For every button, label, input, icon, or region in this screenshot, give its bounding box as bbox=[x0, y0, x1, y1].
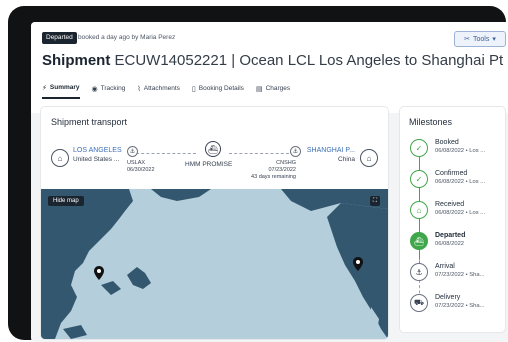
milestone-date: 07/23/2022 • Sha... bbox=[435, 272, 485, 278]
land-japan bbox=[127, 267, 151, 289]
route-line-left bbox=[136, 153, 196, 154]
title-route: | Ocean LCL Los Angeles to Shanghai Pt bbox=[231, 52, 504, 69]
milestone-name: Delivery bbox=[435, 294, 461, 301]
milestone-arrival[interactable]: ⚓ Arrival 07/23/2022 • Sha... bbox=[410, 263, 505, 289]
tab-label: Booking Details bbox=[198, 85, 244, 92]
tools-button[interactable]: ✂ Tools ▾ bbox=[454, 31, 506, 47]
card-title: Shipment transport bbox=[51, 117, 128, 127]
origin-port-icon: ⌂ bbox=[51, 149, 69, 167]
milestone-name: Received bbox=[435, 201, 465, 208]
milestone-date: 06/08/2022 bbox=[435, 241, 465, 247]
device-frame: Departed booked a day ago by Maria Perez… bbox=[8, 6, 508, 342]
clipboard-check-icon: ✓ bbox=[410, 170, 428, 188]
milestone-departed[interactable]: ⛴ Departed 06/08/2022 bbox=[410, 232, 505, 258]
tracking-icon: ◉ bbox=[91, 85, 98, 93]
shipment-id: ECUW14052221 bbox=[114, 52, 228, 69]
document-icon: ▯ bbox=[191, 85, 196, 93]
destination-map-pin[interactable] bbox=[94, 266, 104, 280]
tab-label: Attachments bbox=[143, 85, 180, 92]
milestone-booked[interactable]: ✓ Booked 06/08/2022 • Los ... bbox=[410, 139, 505, 165]
summary-icon: ⚡ bbox=[42, 84, 47, 92]
destination-code: CNSHG bbox=[276, 160, 296, 166]
tab-tracking[interactable]: ◉ Tracking bbox=[92, 83, 126, 99]
shipment-transport-card: Shipment transport ⌂ LOS ANGELES United … bbox=[41, 107, 388, 339]
title-prefix: Shipment bbox=[42, 52, 111, 69]
origin-code: USLAX bbox=[127, 160, 146, 166]
tools-label: Tools bbox=[473, 35, 490, 43]
truck-icon: ⛟ bbox=[410, 294, 428, 312]
origin-anchor-icon: ⚓ bbox=[127, 146, 138, 157]
tab-label: Tracking bbox=[100, 85, 126, 92]
chevron-down-icon: ▾ bbox=[492, 36, 496, 43]
origin-country: United States ... bbox=[73, 156, 120, 163]
vessel-name: HMM PROMISE bbox=[185, 161, 233, 168]
route-map[interactable]: Hide map ⛶ bbox=[41, 189, 388, 339]
destination-country: China bbox=[338, 156, 355, 163]
destination-anchor-icon: ⚓ bbox=[290, 146, 301, 157]
app-screen: Departed booked a day ago by Maria Perez… bbox=[31, 22, 508, 342]
shipment-header: Departed booked a day ago by Maria Perez… bbox=[31, 22, 508, 113]
tab-label: Charges bbox=[265, 85, 291, 92]
milestone-name: Arrival bbox=[435, 263, 455, 270]
milestones-card: Milestones ✓ Booked 06/08/2022 • Los ...… bbox=[400, 107, 505, 332]
fullscreen-icon[interactable]: ⛶ bbox=[370, 196, 380, 206]
milestones-title: Milestones bbox=[409, 117, 453, 127]
days-remaining: 43 days remaining bbox=[251, 174, 296, 180]
paperclip-icon: ⌇ bbox=[137, 85, 141, 93]
milestone-date: 06/08/2022 • Los ... bbox=[435, 179, 486, 185]
milestone-received[interactable]: ⌂ Received 06/08/2022 • Los ... bbox=[410, 201, 505, 227]
milestone-name: Departed bbox=[435, 232, 466, 239]
milestone-delivery[interactable]: ⛟ Delivery 07/23/2022 • Sha... bbox=[410, 294, 505, 320]
tab-label: Summary bbox=[49, 84, 80, 91]
warehouse-icon: ⌂ bbox=[410, 201, 428, 219]
destination-date: 07/23/2022 bbox=[268, 167, 296, 173]
destination-port-name[interactable]: SHANGHAI P... bbox=[307, 147, 355, 154]
ship-icon: ⛴ bbox=[410, 232, 428, 250]
page-title: Shipment ECUW14052221 | Ocean LCL Los An… bbox=[42, 52, 508, 70]
tab-booking-details[interactable]: ▯ Booking Details bbox=[192, 83, 244, 99]
tab-attachments[interactable]: ⌇ Attachments bbox=[137, 83, 180, 99]
origin-map-pin[interactable] bbox=[353, 257, 363, 271]
ship-icon: ⛴ bbox=[205, 141, 221, 157]
tab-charges[interactable]: ▤ Charges bbox=[256, 83, 290, 99]
tab-summary[interactable]: ⚡ Summary bbox=[42, 83, 80, 99]
booked-by-text: booked a day ago by Maria Perez bbox=[78, 34, 176, 41]
status-badge: Departed bbox=[42, 32, 77, 44]
land-taiwan bbox=[63, 325, 87, 339]
origin-port-name[interactable]: LOS ANGELES bbox=[73, 147, 122, 154]
milestone-date: 07/23/2022 • Sha... bbox=[435, 303, 485, 309]
map-graphic bbox=[41, 189, 388, 339]
tab-bar: ⚡ Summary ◉ Tracking ⌇ Attachments ▯ Booking… bbox=[42, 83, 290, 99]
calendar-check-icon: ✓ bbox=[410, 139, 428, 157]
milestone-name: Booked bbox=[435, 139, 459, 146]
tools-icon: ✂ bbox=[464, 36, 470, 43]
milestone-date: 06/08/2022 • Los ... bbox=[435, 210, 486, 216]
land-asia bbox=[41, 189, 133, 339]
land-korea bbox=[101, 281, 121, 295]
hide-map-button[interactable]: Hide map bbox=[48, 196, 84, 206]
land-aleutians bbox=[151, 189, 211, 201]
origin-date: 06/30/2022 bbox=[127, 167, 155, 173]
milestone-confirmed[interactable]: ✓ Confirmed 06/08/2022 • Los ... bbox=[410, 170, 505, 196]
invoice-icon: ▤ bbox=[255, 85, 263, 93]
milestone-date: 06/08/2022 • Los ... bbox=[435, 148, 486, 154]
destination-port-icon: ⌂ bbox=[360, 149, 378, 167]
route-line-right bbox=[229, 153, 289, 154]
route-summary: ⌂ LOS ANGELES United States ... ⚓ USLAX … bbox=[41, 133, 388, 189]
land-north-america bbox=[327, 203, 388, 339]
milestone-name: Confirmed bbox=[435, 170, 468, 177]
anchor-icon: ⚓ bbox=[410, 263, 428, 281]
